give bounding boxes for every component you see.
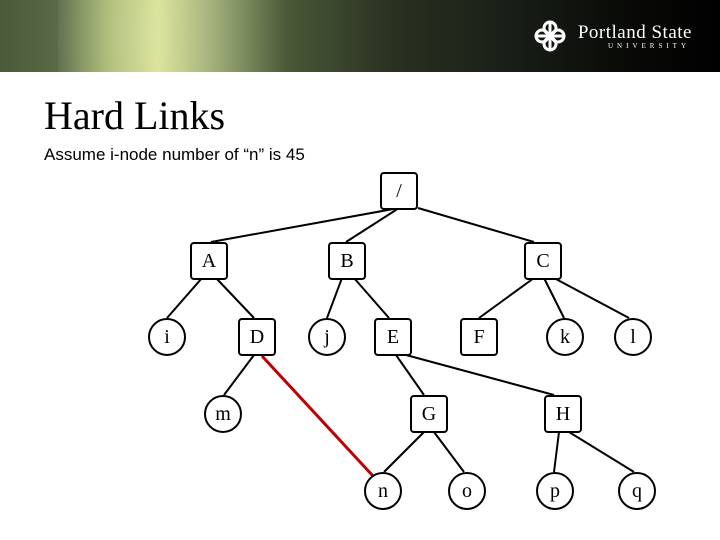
node-D: D (238, 318, 276, 356)
slide-title: Hard Links (44, 92, 720, 139)
node-i: i (148, 318, 186, 356)
node-k: k (546, 318, 584, 356)
node-m: m (204, 395, 242, 433)
node-p: p (536, 472, 574, 510)
banner-image: Portland State UNIVERSITY (0, 0, 720, 72)
node-root: / (380, 172, 418, 210)
node-n: n (364, 472, 402, 510)
node-l: l (614, 318, 652, 356)
node-F: F (460, 318, 498, 356)
node-C: C (524, 242, 562, 280)
node-E: E (374, 318, 412, 356)
filesystem-tree: / A B C i D j E F k l m G H n o p q (44, 170, 684, 530)
node-A: A (190, 242, 228, 280)
node-B: B (328, 242, 366, 280)
node-H: H (544, 395, 582, 433)
university-logo: Portland State UNIVERSITY (532, 18, 692, 54)
node-G: G (410, 395, 448, 433)
tree-edges (44, 170, 684, 530)
node-q: q (618, 472, 656, 510)
slide-subtitle: Assume i-node number of “n” is 45 (44, 145, 720, 165)
node-o: o (448, 472, 486, 510)
logo-main-text: Portland State (578, 22, 692, 44)
node-j: j (308, 318, 346, 356)
logo-icon (532, 18, 568, 54)
